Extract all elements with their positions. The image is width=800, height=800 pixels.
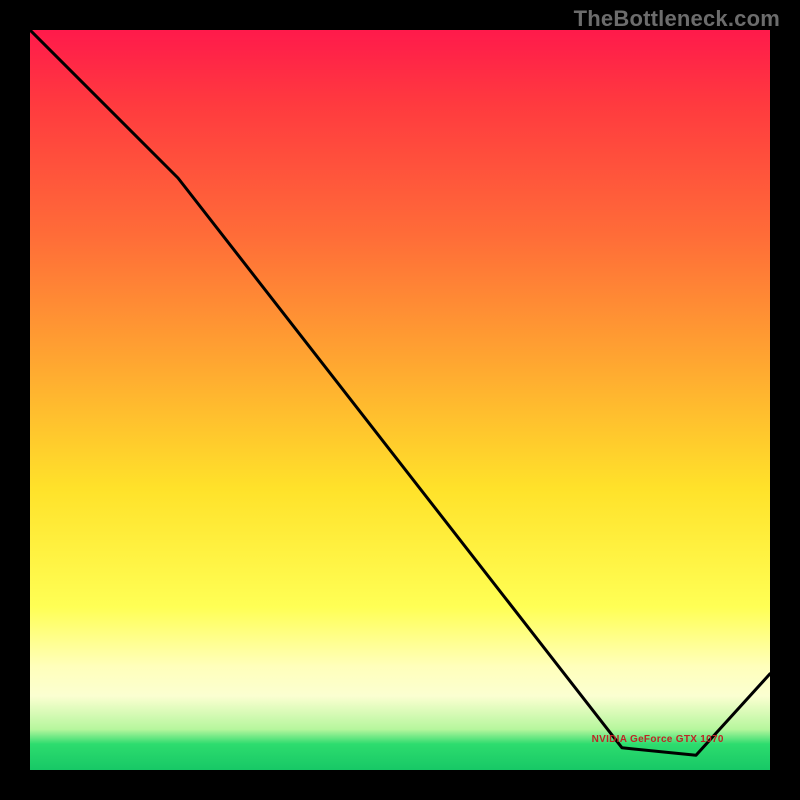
chart-wrapper: TheBottleneck.com NVIDIA GeForce GTX 107… bbox=[0, 0, 800, 800]
series-label: NVIDIA GeForce GTX 1070 bbox=[592, 734, 724, 745]
gradient-background bbox=[30, 30, 770, 770]
plot-area: NVIDIA GeForce GTX 1070 bbox=[25, 25, 775, 775]
watermark-text: TheBottleneck.com bbox=[574, 6, 780, 32]
